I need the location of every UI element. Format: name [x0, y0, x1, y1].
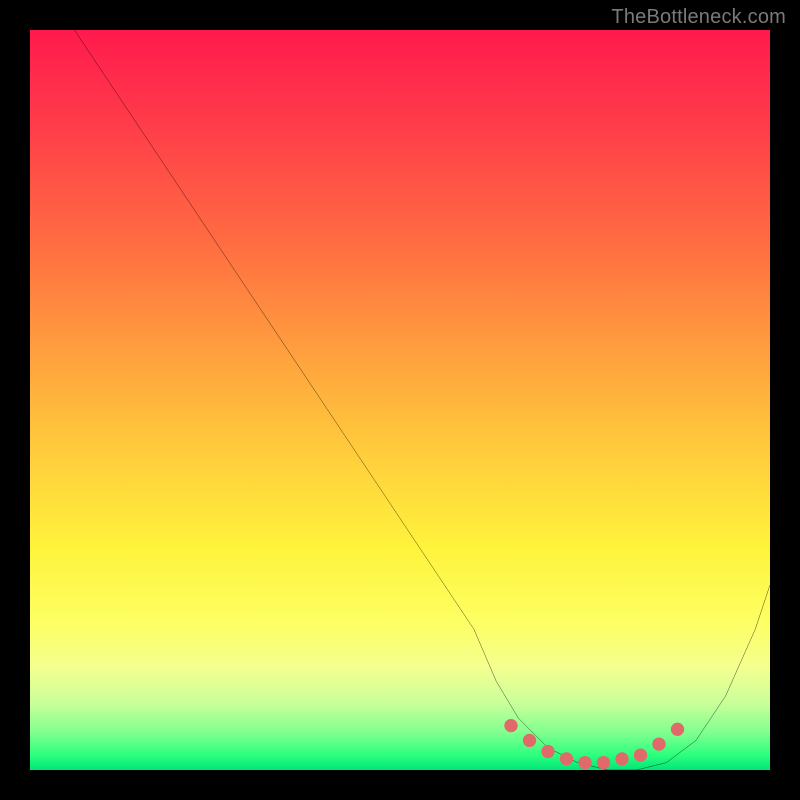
marker-dot — [652, 737, 665, 750]
watermark-text: TheBottleneck.com — [611, 6, 786, 29]
marker-dot — [560, 752, 573, 765]
marker-dot — [671, 723, 684, 736]
bottleneck-curve — [74, 30, 770, 770]
marker-dot — [523, 734, 536, 747]
marker-dot — [634, 749, 647, 762]
plot-area — [30, 30, 770, 770]
optimal-zone-dots — [504, 719, 684, 769]
marker-dot — [578, 756, 591, 769]
marker-dot — [504, 719, 517, 732]
marker-dot — [541, 745, 554, 758]
chart-frame: TheBottleneck.com — [0, 0, 800, 800]
marker-dot — [615, 752, 628, 765]
chart-svg — [30, 30, 770, 770]
marker-dot — [597, 756, 610, 769]
